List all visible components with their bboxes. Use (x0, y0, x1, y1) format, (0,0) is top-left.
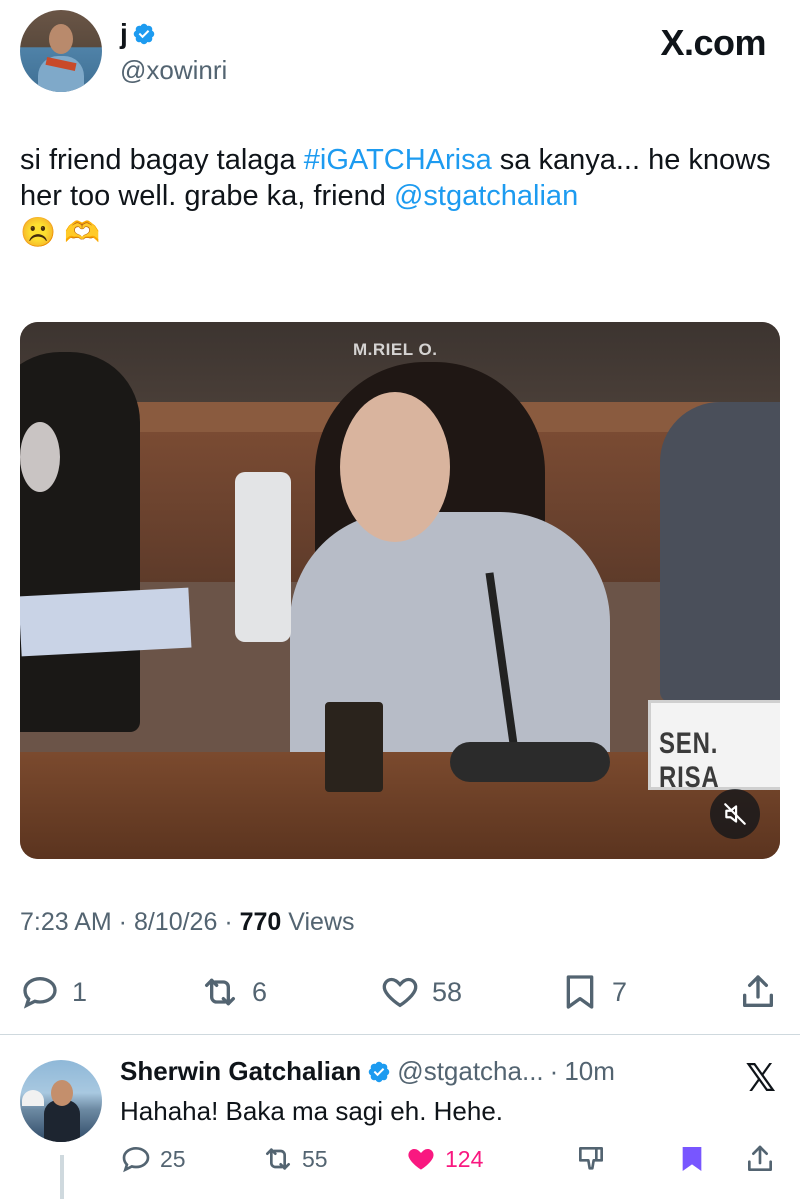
tweet-text-part: si friend bagay talaga (20, 144, 304, 176)
reply-reply-count: 25 (160, 1145, 186, 1172)
thumbs-down-icon (579, 1147, 603, 1170)
share-button[interactable] (738, 972, 778, 1012)
verified-badge-icon (369, 1061, 390, 1082)
author-avatar[interactable] (20, 10, 102, 92)
reply-age: 10m (564, 1056, 615, 1086)
section-divider (0, 1034, 800, 1035)
reply-repost-button[interactable]: 55 (262, 1143, 328, 1175)
reply-like-button[interactable]: 124 (405, 1143, 483, 1175)
reply-like-count: 124 (445, 1145, 484, 1172)
tweet-time[interactable]: 7:23 AM (20, 908, 112, 936)
reply-bookmark-button[interactable] (676, 1143, 708, 1175)
reply-count: 1 (72, 976, 88, 1007)
reply-icon (23, 976, 57, 1009)
thread-line (60, 1155, 64, 1199)
video-nameplate: SEN. RISA (648, 700, 780, 794)
tweet-video[interactable]: SEN. RISA M.RIEL O. (20, 322, 780, 859)
reply-author-avatar[interactable] (20, 1060, 102, 1142)
views-count: 770 (239, 908, 282, 936)
site-logo: X.com (660, 22, 766, 63)
repost-icon (266, 1148, 290, 1170)
repost-count: 6 (252, 976, 268, 1007)
bookmark-icon (566, 975, 594, 1009)
reply-button[interactable]: 1 (20, 972, 87, 1012)
emoji-row: ☹️ 🫶 (20, 215, 100, 251)
reply-share-button[interactable] (744, 1143, 776, 1175)
verified-badge-icon (133, 23, 155, 45)
reply-dislike-button[interactable] (575, 1143, 607, 1175)
hashtag-link[interactable]: #iGATCHArisa (304, 144, 492, 176)
reply-author-name[interactable]: Sherwin Gatchalian (120, 1056, 361, 1087)
like-count: 58 (432, 976, 463, 1007)
reply-reply-button[interactable]: 25 (120, 1143, 186, 1175)
reply-icon (122, 1146, 150, 1173)
share-icon (748, 1145, 772, 1171)
video-watermark: M.RIEL O. (353, 340, 438, 359)
repost-icon (205, 978, 235, 1006)
heart-icon (382, 977, 418, 1008)
author-name-row[interactable]: j (120, 18, 156, 50)
bookmark-filled-icon (682, 1147, 702, 1171)
author-handle[interactable]: @xowinri (120, 55, 227, 86)
speaker-muted-icon (724, 803, 746, 825)
like-button[interactable]: 58 (380, 972, 462, 1012)
author-display-name[interactable]: j (120, 18, 128, 50)
reply-repost-count: 55 (302, 1145, 328, 1172)
x-logo-icon: 𝕏 (745, 1058, 776, 1100)
heart-hands-emoji: 🫶 (64, 217, 101, 250)
views-label: Views (288, 908, 355, 936)
reply-text: Hahaha! Baka ma sagi eh. Hehe. (120, 1096, 504, 1126)
frowning-face-emoji: ☹️ (20, 217, 57, 250)
share-icon (743, 975, 773, 1007)
mute-button[interactable] (710, 789, 760, 839)
reply-separator: · (549, 1056, 559, 1086)
bookmark-count: 7 (612, 976, 628, 1007)
mention-link[interactable]: @stgatchalian (394, 180, 578, 212)
reply-header: Sherwin Gatchalian @stgatcha... · 10m (120, 1056, 615, 1087)
heart-filled-icon (408, 1149, 434, 1170)
tweet-meta: 7:23 AM · 8/10/26 · 770 Views (20, 908, 355, 936)
bookmark-button[interactable]: 7 (560, 972, 627, 1012)
repost-button[interactable]: 6 (200, 972, 267, 1012)
reply-author-handle[interactable]: @stgatcha... (397, 1056, 543, 1087)
tweet-date[interactable]: 8/10/26 (134, 908, 217, 936)
tweet-text: si friend bagay talaga #iGATCHArisa sa k… (20, 142, 780, 251)
